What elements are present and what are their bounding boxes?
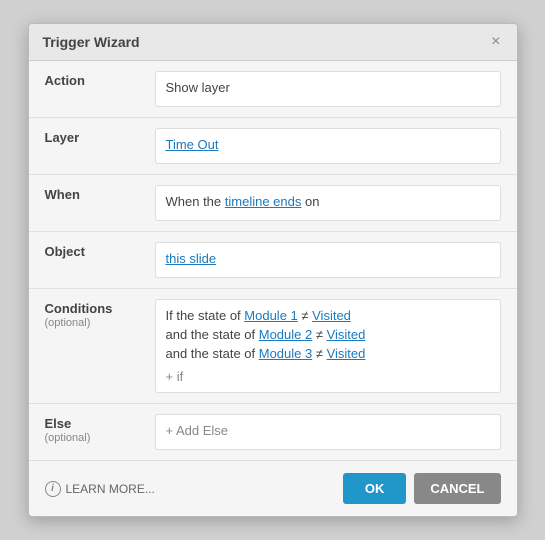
- else-sublabel: (optional): [45, 432, 155, 444]
- when-row: When When the timeline ends on: [29, 175, 517, 232]
- else-label: Else (optional): [45, 414, 155, 444]
- dialog-header: Trigger Wizard ×: [29, 24, 517, 61]
- cond3-neq: ≠: [312, 346, 326, 361]
- when-timeline-link[interactable]: timeline ends: [225, 194, 302, 209]
- dialog-body: Action Show layer Layer Time Out When Wh…: [29, 61, 517, 460]
- action-value: Show layer: [166, 80, 230, 95]
- conditions-value-box: If the state of Module 1 ≠ Visited and t…: [155, 299, 501, 393]
- cancel-button[interactable]: CANCEL: [414, 473, 500, 504]
- when-value-box: When the timeline ends on: [155, 185, 501, 221]
- cond1-prefix: If the state of: [166, 308, 245, 323]
- learn-more-link[interactable]: i LEARN MORE...: [45, 481, 155, 497]
- cond2-visited[interactable]: Visited: [327, 327, 366, 342]
- layer-row: Layer Time Out: [29, 118, 517, 175]
- ok-button[interactable]: OK: [343, 473, 407, 504]
- layer-label: Layer: [45, 128, 155, 145]
- cond2-module[interactable]: Module 2: [259, 327, 312, 342]
- else-row: Else (optional) + Add Else: [29, 404, 517, 460]
- object-row: Object this slide: [29, 232, 517, 289]
- add-if-button[interactable]: + if: [166, 369, 490, 384]
- cond1-module[interactable]: Module 1: [244, 308, 297, 323]
- info-icon: i: [45, 481, 61, 497]
- conditions-label: Conditions (optional): [45, 299, 155, 329]
- footer-buttons: OK CANCEL: [343, 473, 501, 504]
- layer-value-box: Time Out: [155, 128, 501, 164]
- when-suffix: on: [301, 194, 319, 209]
- learn-more-label: LEARN MORE...: [66, 482, 155, 496]
- condition-line-2: and the state of Module 2 ≠ Visited: [166, 327, 490, 342]
- conditions-row: Conditions (optional) If the state of Mo…: [29, 289, 517, 404]
- cond3-visited[interactable]: Visited: [327, 346, 366, 361]
- condition-line-1: If the state of Module 1 ≠ Visited: [166, 308, 490, 323]
- cond3-module[interactable]: Module 3: [259, 346, 312, 361]
- conditions-sublabel: (optional): [45, 317, 155, 329]
- object-label: Object: [45, 242, 155, 259]
- cond3-prefix: and the state of: [166, 346, 259, 361]
- layer-value-link[interactable]: Time Out: [166, 137, 219, 152]
- condition-line-3: and the state of Module 3 ≠ Visited: [166, 346, 490, 361]
- when-prefix: When the: [166, 194, 225, 209]
- cond2-neq: ≠: [312, 327, 326, 342]
- object-value-link[interactable]: this slide: [166, 251, 217, 266]
- object-value-box: this slide: [155, 242, 501, 278]
- dialog-title: Trigger Wizard: [43, 34, 140, 50]
- cond1-neq: ≠: [298, 308, 312, 323]
- add-else-button[interactable]: + Add Else: [166, 423, 229, 438]
- trigger-wizard-dialog: Trigger Wizard × Action Show layer Layer…: [28, 23, 518, 517]
- when-label: When: [45, 185, 155, 202]
- action-row: Action Show layer: [29, 61, 517, 118]
- dialog-footer: i LEARN MORE... OK CANCEL: [29, 460, 517, 516]
- else-value-box: + Add Else: [155, 414, 501, 450]
- cond2-prefix: and the state of: [166, 327, 259, 342]
- action-label: Action: [45, 71, 155, 88]
- close-button[interactable]: ×: [489, 34, 502, 50]
- cond1-visited[interactable]: Visited: [312, 308, 351, 323]
- action-value-box: Show layer: [155, 71, 501, 107]
